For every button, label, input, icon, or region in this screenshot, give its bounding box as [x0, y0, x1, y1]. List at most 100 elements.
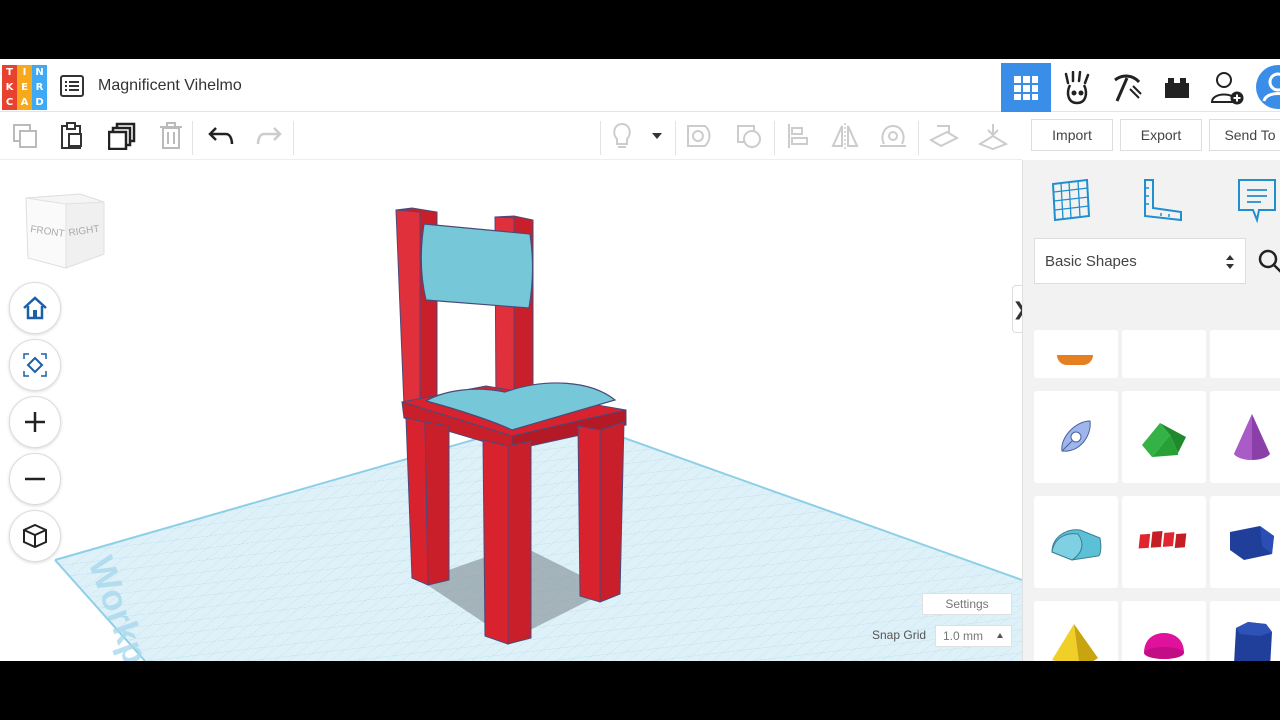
zoom-out-button[interactable]: [9, 453, 61, 505]
import-button[interactable]: Import: [1031, 119, 1113, 151]
chair-model[interactable]: [395, 207, 627, 645]
fit-view-button[interactable]: [9, 339, 61, 391]
delete-button[interactable]: [156, 121, 186, 151]
snap-grid-value: 1.0 mm: [943, 629, 984, 643]
half-sphere-shape-icon: [1144, 633, 1184, 659]
tinkerers-button[interactable]: [1052, 63, 1102, 112]
backrest-cushion: [420, 223, 534, 309]
logo-letter: T: [2, 65, 17, 80]
undo-icon: [208, 127, 234, 145]
notes-dropdown[interactable]: [645, 121, 669, 151]
group-icon: [687, 125, 711, 147]
minus-icon: [25, 477, 45, 481]
shape-tile-partial[interactable]: [1122, 330, 1206, 378]
text-shape-icon: [1138, 531, 1187, 549]
export-button[interactable]: Export: [1120, 119, 1202, 151]
shape-tile-half-cylinder[interactable]: [1034, 496, 1118, 588]
mirror-icon: [831, 123, 859, 149]
workplane-icon[interactable]: [1047, 176, 1095, 224]
view-cube[interactable]: FRONT RIGHT: [22, 190, 108, 270]
lightbulb-icon: [613, 122, 631, 148]
fit-view-icon: [23, 353, 47, 377]
logo-letter: R: [32, 80, 47, 95]
shape-tile-cone[interactable]: [1210, 391, 1280, 483]
tinkercad-logo[interactable]: TINKERCAD: [2, 65, 47, 110]
3d-design-view-button[interactable]: [1001, 63, 1051, 112]
add-user-icon: [1210, 71, 1244, 104]
align-icon: [788, 124, 808, 148]
shape-tile-pyramid[interactable]: [1034, 601, 1118, 661]
paraboloid-shape-icon: [1061, 420, 1091, 452]
wedge-shape-icon: [1142, 423, 1186, 457]
ruler-tool-button[interactable]: [978, 121, 1008, 151]
updown-caret-icon: [1226, 255, 1234, 269]
copy-icon: [13, 124, 37, 148]
workplane-canvas[interactable]: Workplane: [0, 160, 1022, 661]
shape-library-select[interactable]: Basic Shapes: [1034, 238, 1246, 284]
logo-letter: C: [2, 95, 17, 110]
polygon-shape-icon: [1230, 526, 1274, 560]
shape-tile-paraboloid[interactable]: [1034, 391, 1118, 483]
pickaxe-icon: [1114, 74, 1142, 102]
plus-icon: [25, 412, 45, 432]
shape-tile-text[interactable]: [1122, 496, 1206, 588]
duplicate-button[interactable]: [107, 121, 137, 151]
logo-letter: K: [2, 80, 17, 95]
home-view-button[interactable]: [9, 282, 61, 334]
logo-letter: I: [17, 65, 32, 80]
pyramid-shape-icon: [1052, 624, 1098, 661]
design-list-icon[interactable]: [60, 75, 84, 97]
workplane-settings-button[interactable]: Settings: [922, 593, 1012, 615]
redo-button[interactable]: [254, 121, 284, 151]
shape-preview-partial: [1057, 355, 1093, 365]
search-icon[interactable]: [1257, 248, 1280, 274]
redo-icon: [256, 127, 282, 145]
paste-button[interactable]: [57, 121, 87, 151]
send-to-button[interactable]: Send To: [1209, 119, 1280, 151]
ungroup-icon: [737, 125, 761, 148]
cone-shape-icon: [1234, 414, 1270, 460]
action-bar: Import Export Send To: [1022, 113, 1280, 160]
3d-workspace[interactable]: Workplane FRONT RIGHT Settings Snap Grid…: [0, 160, 1022, 661]
grid-view-icon: [1014, 75, 1038, 100]
shape-tile-polygon[interactable]: [1210, 496, 1280, 588]
perspective-toggle-button[interactable]: [9, 510, 61, 562]
copy-button[interactable]: [10, 121, 40, 151]
snap-grid-select[interactable]: 1.0 mm: [935, 625, 1012, 647]
workplane-tool-button[interactable]: [929, 121, 959, 151]
group-button[interactable]: [684, 121, 714, 151]
workplane-tool-icon: [929, 125, 959, 148]
top-bar: TINKERCAD Magnificent Vihelmo: [0, 59, 1280, 112]
profile-avatar[interactable]: [1252, 63, 1280, 112]
logo-letter: E: [17, 80, 32, 95]
cube-icon: [23, 523, 47, 549]
align-button[interactable]: [783, 121, 813, 151]
shape-tile-wedge[interactable]: [1122, 391, 1206, 483]
zoom-in-button[interactable]: [9, 396, 61, 448]
mirror-button[interactable]: [830, 121, 860, 151]
shape-tile-partial[interactable]: [1034, 330, 1118, 378]
shape-tile-partial[interactable]: [1210, 330, 1280, 378]
edit-toolbar: [0, 113, 1022, 160]
notes-button[interactable]: [607, 121, 637, 151]
design-title[interactable]: Magnificent Vihelmo: [98, 77, 242, 95]
tinkerers-icon: [1064, 70, 1090, 104]
shape-library-value: Basic Shapes: [1045, 252, 1137, 270]
notes-icon[interactable]: [1233, 176, 1280, 224]
ungroup-button[interactable]: [734, 121, 764, 151]
logo-letter: A: [17, 95, 32, 110]
tinkercad-window: TINKERCAD Magnificent Vihelmo Import Exp…: [0, 59, 1280, 661]
shape-tile-hex-prism[interactable]: [1210, 601, 1280, 661]
ruler-icon[interactable]: [1137, 176, 1185, 224]
undo-button[interactable]: [206, 121, 236, 151]
half-cylinder-shape-icon: [1051, 529, 1102, 561]
duplicate-icon: [108, 122, 136, 150]
codeblocks-button[interactable]: [1102, 63, 1152, 112]
ruler-tool-icon: [978, 124, 1008, 150]
bricks-button[interactable]: [1152, 63, 1202, 112]
cruise-button[interactable]: [878, 121, 908, 151]
shape-tile-half-sphere[interactable]: [1122, 601, 1206, 661]
logo-letter: D: [32, 95, 47, 110]
invite-user-button[interactable]: [1202, 63, 1252, 112]
caret-up-icon: [997, 633, 1003, 638]
